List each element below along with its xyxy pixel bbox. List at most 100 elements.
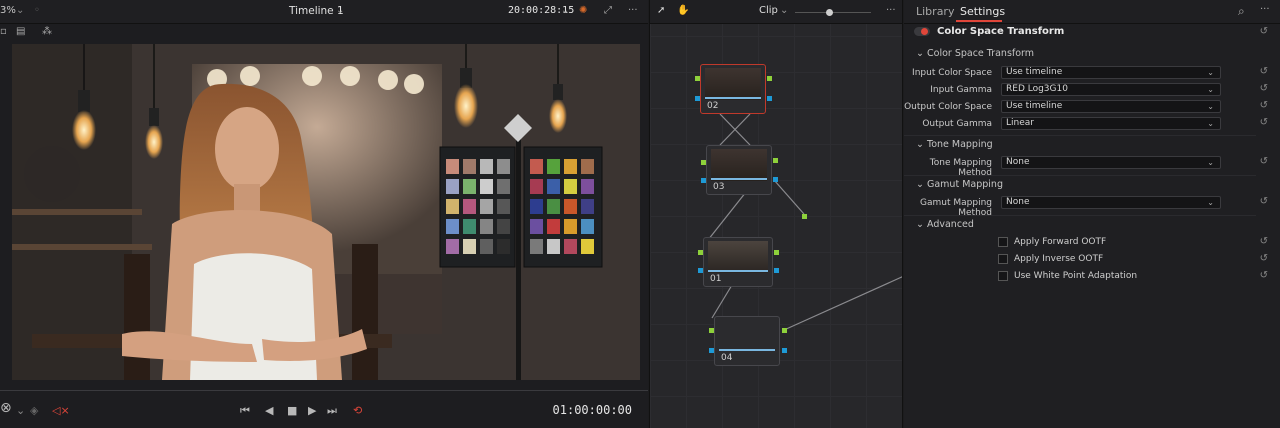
color-chart-patch	[463, 159, 476, 174]
reset-icon[interactable]: ↺	[1260, 236, 1268, 247]
reset-icon[interactable]: ↺	[1260, 100, 1268, 111]
section-cst-title[interactable]: Color Space Transform	[927, 48, 1034, 59]
use-white-point-adaptation-checkbox[interactable]	[998, 271, 1008, 281]
section-chevron-icon[interactable]: ⌄	[916, 179, 924, 190]
zoom-chevron-icon[interactable]: ⌄	[16, 5, 24, 16]
node-04[interactable]: 04	[714, 316, 780, 366]
section-chevron-icon[interactable]: ⌄	[916, 48, 924, 59]
section-gamut-title[interactable]: Gamut Mapping	[927, 179, 1003, 190]
node-input-port[interactable]	[709, 348, 714, 353]
color-chart-patch	[463, 239, 476, 254]
node-output-port[interactable]	[774, 268, 779, 273]
reset-icon[interactable]: ↺	[1260, 83, 1268, 94]
section-chevron-icon[interactable]: ⌄	[916, 219, 924, 230]
color-chart-patch	[547, 239, 560, 254]
search-icon[interactable]: ⌕	[1238, 4, 1245, 19]
node-input-port[interactable]	[701, 178, 706, 183]
timecode-chevron-icon[interactable]: ⌄	[561, 5, 569, 16]
apply-forward-ootf-label: Apply Forward OOTF	[1014, 237, 1107, 247]
node-output-port[interactable]	[773, 158, 778, 163]
section-chevron-icon[interactable]: ⌄	[916, 139, 924, 150]
more-options-icon[interactable]: ···	[628, 5, 638, 16]
magic-wand-icon[interactable]: ⁂	[42, 26, 52, 37]
node-input-port[interactable]	[701, 160, 706, 165]
zoom-level[interactable]: 3%	[0, 5, 16, 16]
play-reverse-icon[interactable]: ◀	[265, 404, 273, 418]
node-bar	[719, 349, 775, 351]
node-output-port[interactable]	[782, 348, 787, 353]
node-input-port[interactable]	[698, 268, 703, 273]
node-input-port[interactable]	[709, 328, 714, 333]
color-chart-patch	[581, 199, 594, 214]
split-icon[interactable]: ◦	[34, 5, 40, 16]
input-gamma-dropdown[interactable]: RED Log3G10 ⌄	[1001, 83, 1221, 96]
output-gamma-dropdown[interactable]: Linear ⌄	[1001, 117, 1221, 130]
node-02[interactable]: 02	[700, 64, 766, 114]
go-to-end-icon[interactable]: ⏭	[327, 404, 337, 418]
node-output-port[interactable]	[773, 177, 778, 182]
node-01[interactable]: 01	[703, 237, 773, 287]
node-editor-panel[interactable]: ➚ ✋ Clip ⌄ ··· 02 03 01 04	[649, 0, 903, 428]
node-label: 03	[713, 182, 725, 192]
image-wipe-icon[interactable]: ▫	[0, 26, 7, 37]
reset-icon[interactable]: ↺	[1260, 196, 1268, 207]
input-color-space-dropdown[interactable]: Use timeline ⌄	[1001, 66, 1221, 79]
color-chart-patch	[480, 159, 493, 174]
node-output-port[interactable]	[774, 250, 779, 255]
node-thumbnail	[705, 68, 761, 100]
node-input-port[interactable]	[695, 76, 700, 81]
fullscreen-icon[interactable]: ⤢	[604, 5, 612, 16]
mute-icon[interactable]: ◁×	[52, 404, 70, 418]
reset-icon[interactable]: ↺	[1260, 270, 1268, 281]
color-chart-patch	[564, 179, 577, 194]
chevron-down-icon: ⌄	[1207, 198, 1214, 207]
node-output-port[interactable]	[767, 96, 772, 101]
reset-icon[interactable]: ↺	[1260, 253, 1268, 264]
reset-icon[interactable]: ↺	[1260, 156, 1268, 167]
tab-settings[interactable]: Settings	[960, 5, 1005, 18]
go-to-start-icon[interactable]: ⏮	[240, 404, 250, 418]
effects-icon[interactable]: ⊗	[0, 401, 12, 415]
video-preview[interactable]	[12, 44, 640, 380]
apply-forward-ootf-checkbox[interactable]	[998, 237, 1008, 247]
color-chart-patch	[581, 219, 594, 234]
effect-toggle[interactable]	[914, 27, 930, 36]
tone-mapping-method-dropdown[interactable]: None ⌄	[1001, 156, 1221, 169]
section-advanced-title[interactable]: Advanced	[927, 219, 974, 230]
color-chart-patch	[446, 159, 459, 174]
reset-icon[interactable]: ↺	[1260, 117, 1268, 128]
node-key-port[interactable]	[802, 214, 807, 219]
stop-icon[interactable]: ■	[287, 404, 297, 418]
node-label: 01	[710, 274, 722, 284]
settings-options-icon[interactable]: ···	[1260, 4, 1270, 15]
color-chart-patch	[497, 179, 510, 194]
play-icon[interactable]: ▶	[308, 404, 316, 418]
record-timecode[interactable]: 01:00:00:00	[553, 403, 632, 417]
timeline-chevron-icon[interactable]: ⌄	[336, 5, 344, 16]
section-divider	[904, 175, 1256, 176]
tab-library[interactable]: Library	[916, 5, 954, 18]
reset-icon[interactable]: ↺	[1260, 66, 1268, 77]
node-03[interactable]: 03	[706, 145, 772, 195]
reset-effect-icon[interactable]: ↺	[1260, 26, 1268, 37]
color-chart-patch	[446, 239, 459, 254]
color-chart-patch	[564, 199, 577, 214]
apply-inverse-ootf-checkbox[interactable]	[998, 254, 1008, 264]
node-input-port[interactable]	[695, 96, 700, 101]
output-color-space-dropdown[interactable]: Use timeline ⌄	[1001, 100, 1221, 113]
section-tone-title[interactable]: Tone Mapping	[927, 139, 993, 150]
use-white-point-adaptation-label: Use White Point Adaptation	[1014, 271, 1138, 281]
settings-panel: Library Settings ⌕ ··· Color Space Trans…	[904, 0, 1280, 428]
node-input-port[interactable]	[698, 250, 703, 255]
gamut-mapping-method-dropdown[interactable]: None ⌄	[1001, 196, 1221, 209]
color-chart-patch	[446, 199, 459, 214]
chevron-down-icon: ⌄	[1207, 158, 1214, 167]
color-picker-icon[interactable]: ✺	[579, 5, 587, 16]
node-output-port[interactable]	[782, 328, 787, 333]
layers-icon[interactable]: ◈	[30, 404, 38, 418]
grid-icon[interactable]: ▤	[16, 26, 25, 37]
node-output-port[interactable]	[767, 76, 772, 81]
scrub-bar[interactable]	[0, 386, 648, 396]
effects-chevron-icon[interactable]: ⌄	[16, 404, 25, 418]
loop-icon[interactable]: ⟲	[353, 404, 362, 418]
